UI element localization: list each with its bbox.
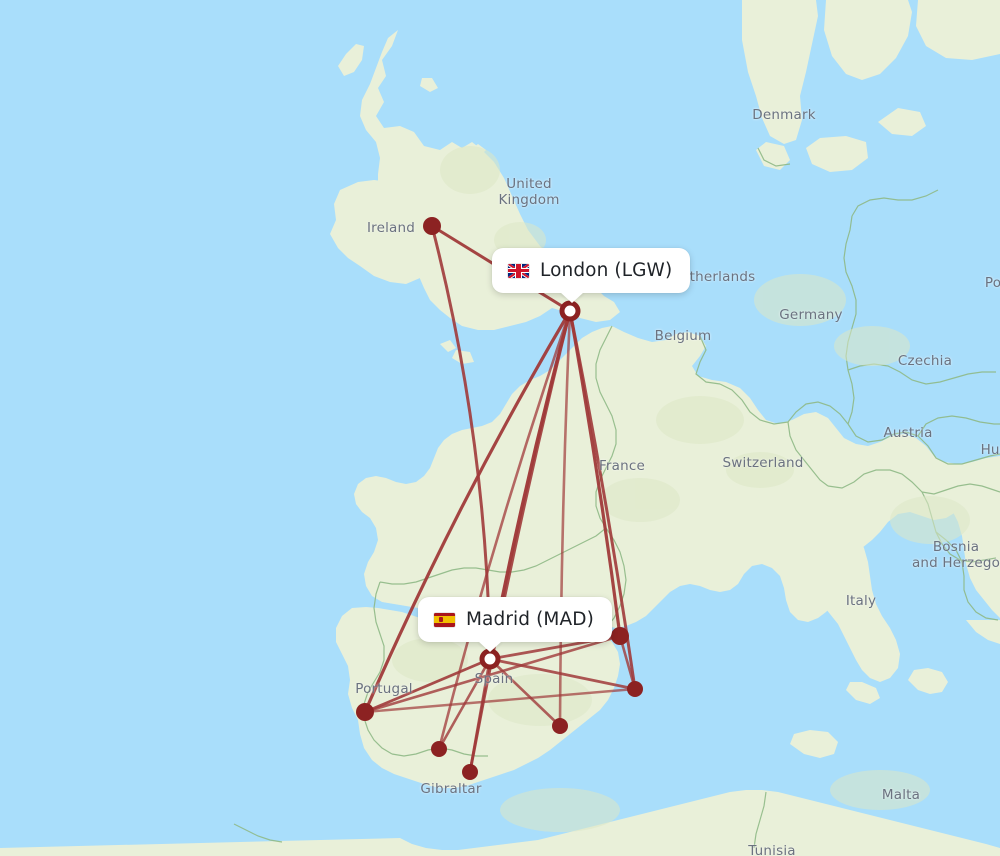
hub-marker-madrid-barajas[interactable] xyxy=(479,648,501,670)
tooltip-london[interactable]: London (LGW) xyxy=(492,248,691,293)
destination-marker-seville[interactable] xyxy=(431,741,447,757)
tooltip-madrid-label: Madrid (MAD) xyxy=(466,609,594,630)
tooltip-madrid[interactable]: Madrid (MAD) xyxy=(418,597,612,642)
map-canvas[interactable] xyxy=(0,0,1000,856)
tooltip-london-label: London (LGW) xyxy=(540,260,673,281)
destination-marker-lisbon[interactable] xyxy=(356,703,374,721)
hub-marker-london-gatwick[interactable] xyxy=(559,300,581,322)
flight-route-map[interactable]: Denmark United Kingdom Ireland The Netherlan… xyxy=(0,0,1000,856)
destination-marker-dublin[interactable] xyxy=(423,217,441,235)
destination-marker-alicante[interactable] xyxy=(552,718,568,734)
destination-marker-barcelona[interactable] xyxy=(611,627,629,645)
flag-es-icon xyxy=(434,612,455,627)
destination-marker-malaga[interactable] xyxy=(462,764,478,780)
destination-marker-palma[interactable] xyxy=(627,681,643,697)
flag-gb-icon xyxy=(508,263,529,278)
